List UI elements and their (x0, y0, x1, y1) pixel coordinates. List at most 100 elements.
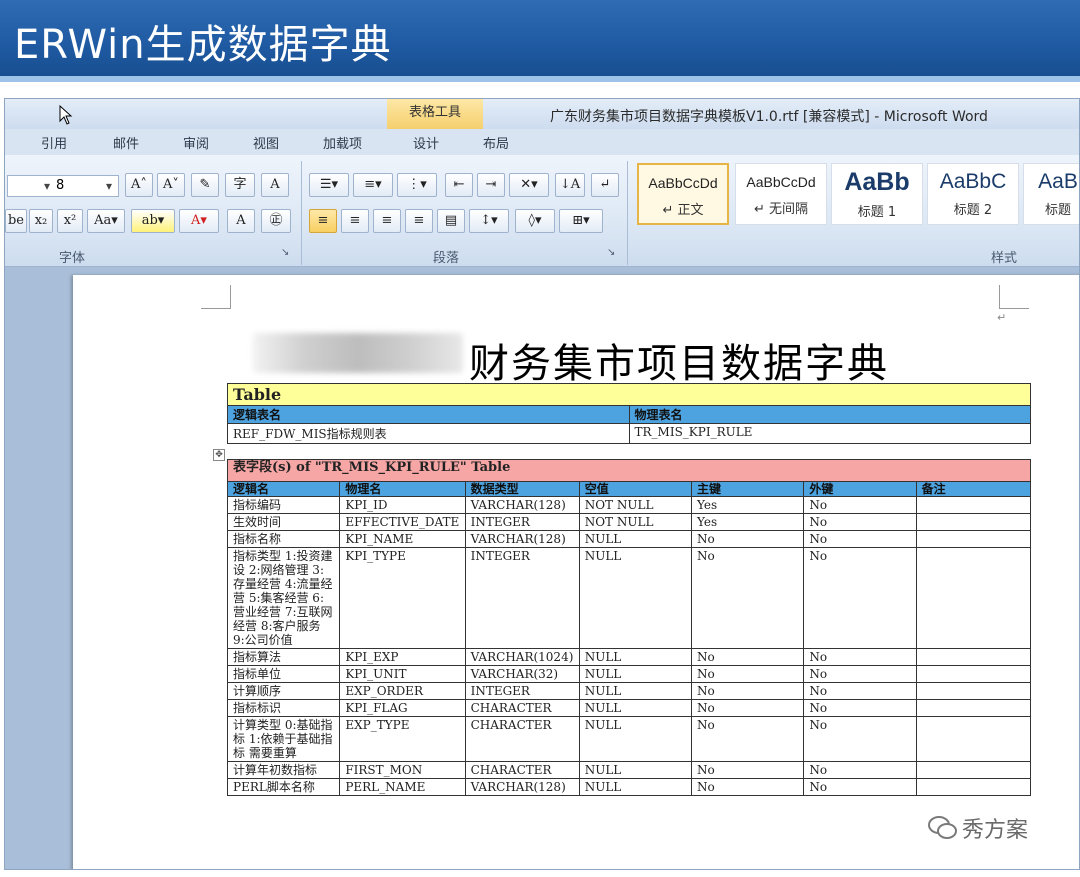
table-cell[interactable]: KPI_EXP (339, 648, 466, 666)
table-cell[interactable]: No (803, 665, 917, 683)
table-cell[interactable]: PERL脚本名称 (226, 778, 341, 796)
clear-format-button[interactable]: ✎ (191, 173, 219, 197)
tab-layout[interactable]: 布局 (483, 133, 509, 152)
table-row[interactable]: 计算顺序 EXP_ORDER INTEGER NULL No No (226, 682, 1032, 700)
tab-references[interactable]: 引用 (41, 133, 67, 152)
align-center-button[interactable]: ≡ (341, 209, 369, 233)
table-cell[interactable]: No (691, 699, 805, 717)
shading-button[interactable]: ◊▾ (515, 209, 555, 233)
table-cell[interactable]: REF_FDW_MIS指标规则表 (227, 423, 630, 444)
tab-review[interactable]: 审阅 (183, 133, 209, 152)
table-row[interactable]: 指标算法 KPI_EXP VARCHAR(1024) NULL No No (226, 648, 1032, 666)
table-cell[interactable]: 计算顺序 (226, 682, 341, 700)
change-case-button[interactable]: Aa▾ (87, 209, 125, 233)
phonetic-guide-button[interactable]: 字 (225, 173, 255, 197)
table-cell[interactable] (915, 778, 1032, 796)
table-cell[interactable]: TR_MIS_KPI_RULE (628, 423, 1031, 444)
table-cell[interactable]: CHARACTER (464, 699, 580, 717)
table-cell[interactable]: FIRST_MON (339, 761, 466, 779)
shrink-font-button[interactable]: A˅ (157, 173, 185, 197)
table-cell[interactable]: 计算类型 0:基础指标 1:依赖于基础指标 需要重算 (226, 716, 341, 762)
dialog-launcher-icon[interactable]: ↘ (281, 247, 289, 258)
table-move-handle-icon[interactable]: ✥ (213, 449, 225, 461)
table-cell[interactable]: KPI_UNIT (339, 665, 466, 683)
enclose-char-button[interactable]: ㊣ (261, 209, 291, 233)
justify-button[interactable]: ≡ (405, 209, 433, 233)
table-cell[interactable]: No (803, 547, 917, 649)
table-cell[interactable]: NULL (578, 530, 693, 548)
table-cell[interactable]: No (803, 761, 917, 779)
document-area[interactable]: ↵ 财务集市项目数据字典 Table 逻辑表名 物理表名 REF_FDW_MIS… (5, 267, 1079, 869)
sort-button[interactable]: ↓A (555, 173, 585, 197)
borders-button[interactable]: ⊞▾ (559, 209, 603, 233)
fields-table[interactable]: 表字段(s) of "TR_MIS_KPI_RULE" Table 逻辑名 物理名… (226, 459, 1032, 796)
table-cell[interactable]: INTEGER (464, 513, 580, 531)
table-cell[interactable]: NOT NULL (578, 513, 693, 531)
table-cell[interactable]: EFFECTIVE_DATE (339, 513, 466, 531)
table-cell[interactable]: No (691, 716, 805, 762)
table-cell[interactable]: VARCHAR(128) (464, 496, 580, 514)
table-cell[interactable]: NULL (578, 665, 693, 683)
table-cell[interactable]: No (691, 761, 805, 779)
highlight-button[interactable]: ab▾ (131, 209, 175, 233)
table-cell[interactable]: EXP_TYPE (339, 716, 466, 762)
table-cell[interactable]: No (691, 547, 805, 649)
style-normal[interactable]: AaBbCcDd ↵ 正文 (637, 163, 729, 225)
table-cell[interactable]: 计算年初数指标 (226, 761, 341, 779)
table-cell[interactable]: VARCHAR(32) (464, 665, 580, 683)
table-cell[interactable]: INTEGER (464, 547, 580, 649)
table-cell[interactable]: NULL (578, 778, 693, 796)
table-row[interactable]: 指标单位 KPI_UNIT VARCHAR(32) NULL No No (226, 665, 1032, 683)
table-cell[interactable]: CHARACTER (464, 716, 580, 762)
table-cell[interactable]: No (803, 648, 917, 666)
table-cell[interactable]: VARCHAR(128) (464, 530, 580, 548)
table-row[interactable]: 指标标识 KPI_FLAG CHARACTER NULL No No (226, 699, 1032, 717)
table-cell[interactable] (915, 496, 1032, 514)
table-cell[interactable]: 指标算法 (226, 648, 341, 666)
table-row[interactable]: 计算类型 0:基础指标 1:依赖于基础指标 需要重算 EXP_TYPE CHARAC… (226, 716, 1032, 762)
table-row[interactable]: 指标名称 KPI_NAME VARCHAR(128) NULL No No (226, 530, 1032, 548)
table-cell[interactable] (915, 530, 1032, 548)
table-cell[interactable]: NULL (578, 699, 693, 717)
table-cell[interactable]: NULL (578, 648, 693, 666)
table-cell[interactable] (915, 716, 1032, 762)
table-row[interactable]: 计算年初数指标 FIRST_MON CHARACTER NULL No No (226, 761, 1032, 779)
table-cell[interactable]: VARCHAR(1024) (464, 648, 580, 666)
grow-font-button[interactable]: A˄ (125, 173, 153, 197)
table-cell[interactable] (915, 699, 1032, 717)
font-color-button[interactable]: A▾ (179, 209, 219, 233)
table-cell[interactable]: No (691, 530, 805, 548)
table-row[interactable]: PERL脚本名称 PERL_NAME VARCHAR(128) NULL No No (226, 778, 1032, 796)
table-row[interactable]: 指标编码 KPI_ID VARCHAR(128) NOT NULL Yes No (226, 496, 1032, 514)
table-cell[interactable]: CHARACTER (464, 761, 580, 779)
table-cell[interactable]: No (803, 699, 917, 717)
increase-indent-button[interactable]: ⇥ (477, 173, 505, 197)
table-cell[interactable] (915, 648, 1032, 666)
table-cell[interactable] (915, 682, 1032, 700)
table-cell[interactable]: 指标类型 1:投资建设 2:网络管理 3:存量经营 4:流量经营 5:集客经营 … (226, 547, 341, 649)
table-cell[interactable]: No (803, 778, 917, 796)
document-page[interactable]: ↵ 财务集市项目数据字典 Table 逻辑表名 物理表名 REF_FDW_MIS… (73, 275, 1079, 869)
tab-design[interactable]: 设计 (413, 133, 439, 152)
table-cell[interactable]: KPI_NAME (339, 530, 466, 548)
table-cell[interactable]: Yes (691, 513, 805, 531)
subscript-button[interactable]: x₂ (29, 209, 53, 233)
table-cell[interactable]: NULL (578, 761, 693, 779)
tab-mailings[interactable]: 邮件 (113, 133, 139, 152)
tab-view[interactable]: 视图 (253, 133, 279, 152)
multilevel-list-button[interactable]: ⋮▾ (397, 173, 437, 197)
superscript-button[interactable]: x² (57, 209, 83, 233)
table-tools-context-tab[interactable]: 表格工具 (387, 99, 483, 129)
table-cell[interactable] (915, 547, 1032, 649)
tab-addins[interactable]: 加载项 (323, 133, 362, 152)
table-cell[interactable]: No (691, 648, 805, 666)
bullets-button[interactable]: ☰▾ (309, 173, 349, 197)
line-spacing-button[interactable]: ↕▾ (469, 209, 509, 233)
font-size-select[interactable]: ▾ 8 ▾ (7, 175, 119, 197)
table-cell[interactable]: No (803, 496, 917, 514)
table-cell[interactable]: VARCHAR(128) (464, 778, 580, 796)
align-left-button[interactable]: ≡ (309, 209, 337, 233)
table-cell[interactable]: KPI_FLAG (339, 699, 466, 717)
table-cell[interactable]: 生效时间 (226, 513, 341, 531)
chinese-layout-button[interactable]: ✕▾ (509, 173, 549, 197)
